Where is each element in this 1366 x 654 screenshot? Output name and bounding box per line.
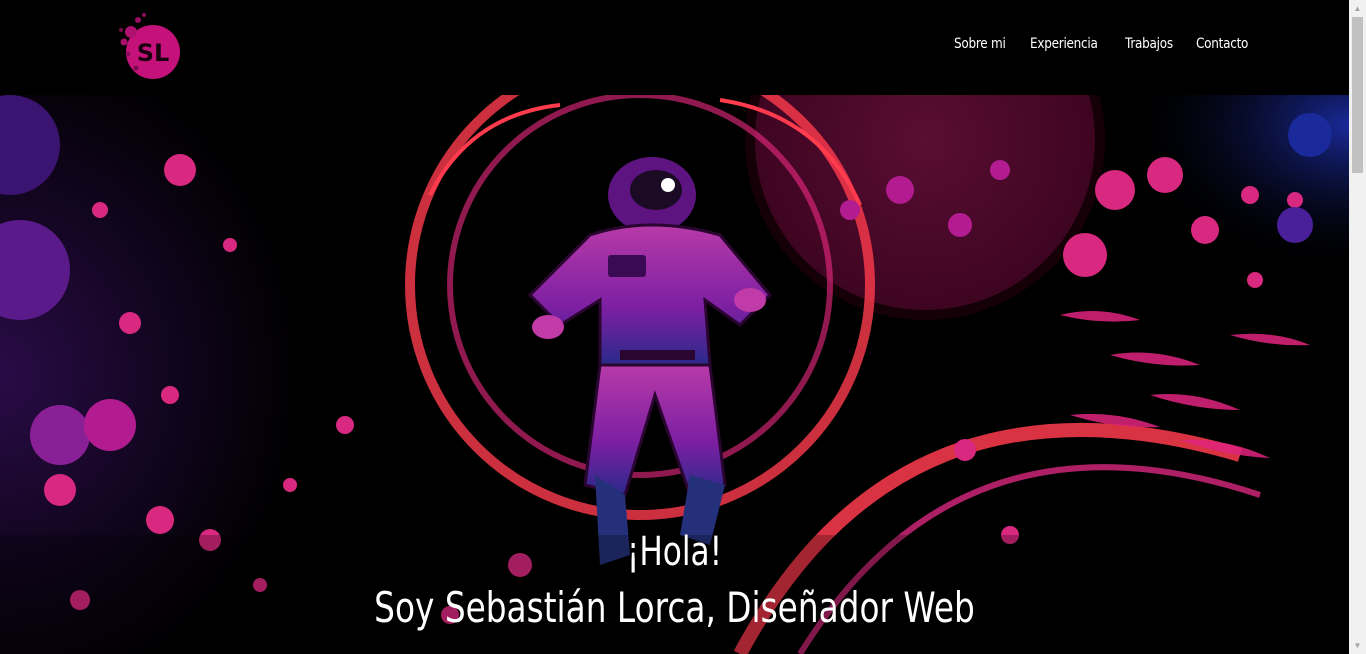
nav-link-experiencia[interactable]: Experiencia [1030,36,1098,52]
hero-section: ¡Hola! Soy Sebastián Lorca, Diseñador We… [0,95,1349,654]
page: SL Sobre mi Experiencia Trabajos Contact… [0,0,1366,654]
scroll-down-icon[interactable]: ▼ [1349,637,1366,654]
svg-text:SL: SL [137,39,170,67]
vertical-scrollbar[interactable]: ▲ ▼ [1349,0,1366,654]
main-nav: Sobre mi Experiencia Trabajos Contacto [954,36,1257,52]
hero-greeting: ¡Hola! [626,529,723,575]
nav-link-sobre-mi[interactable]: Sobre mi [954,36,1006,52]
nav-link-contacto[interactable]: Contacto [1196,36,1248,52]
hero-subtitle: Soy Sebastián Lorca, Diseñador Web [374,583,975,632]
site-header: SL Sobre mi Experiencia Trabajos Contact… [0,0,1349,95]
sl-logo-icon: SL [119,13,180,79]
scrollbar-thumb[interactable] [1352,17,1363,173]
logo[interactable]: SL [116,10,186,84]
scroll-up-icon[interactable]: ▲ [1349,0,1366,17]
nav-link-trabajos[interactable]: Trabajos [1125,36,1173,52]
